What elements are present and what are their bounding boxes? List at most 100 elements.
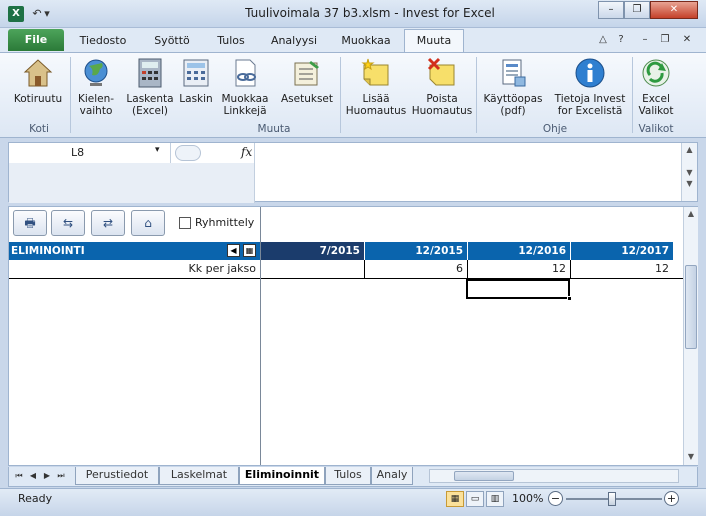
close-button[interactable]: ✕ — [650, 1, 698, 19]
insert-function-icon[interactable]: fx — [241, 145, 252, 159]
doc-close-icon[interactable]: ✕ — [680, 33, 694, 47]
doc-minimize-icon[interactable]: – — [638, 33, 652, 47]
formula-bar-scrollbar[interactable]: ▲ ▼ ▼ — [681, 143, 697, 201]
sheet-toolstrip: 🖶 ⇆ ⇄ ⌂ Ryhmittely — [9, 207, 683, 241]
zoom-level[interactable]: 100% — [512, 492, 543, 505]
sheet-tab-analyysi[interactable]: Analy — [371, 467, 413, 485]
name-box-dropdown-icon[interactable]: ▾ — [155, 145, 160, 155]
minimize-button[interactable]: – — [598, 1, 624, 19]
sheet-tab-tulos[interactable]: Tulos — [325, 467, 371, 485]
column-header: 7/2015 — [261, 242, 364, 260]
sheet-tab-bar: ⏮ ◀ ▶ ⏭ Perustiedot Laskelmat Eliminoinn… — [8, 467, 698, 487]
freeze-pane-divider — [260, 207, 261, 465]
fill-handle[interactable] — [567, 296, 572, 301]
house-icon — [23, 59, 53, 87]
scroll-down-icon[interactable]: ▼ — [684, 450, 698, 464]
manual-icon — [502, 59, 526, 87]
vertical-scroll-thumb[interactable] — [685, 265, 697, 349]
link-icon — [235, 59, 256, 87]
tab-analyysi[interactable]: Analyysi — [262, 32, 326, 52]
table-row: Kk per jakso 6 12 12 — [9, 260, 683, 279]
normal-view-icon[interactable]: ▦ — [446, 491, 464, 507]
group-label-valikot: Valikot — [638, 123, 674, 135]
ryhmittely-label: Ryhmittely — [195, 216, 255, 229]
page-break-view-icon[interactable]: ▥ — [486, 491, 504, 507]
status-bar: Ready ▦ ▭ ▥ 100% − + — [0, 488, 706, 516]
kielenvaihto-button[interactable]: Kielen-vaihto — [72, 57, 120, 117]
excel-valikot-button[interactable]: Excel Valikot — [634, 57, 678, 117]
last-sheet-icon[interactable]: ⏭ — [55, 470, 67, 482]
tab-file[interactable]: File — [8, 29, 64, 51]
ribbon-separator — [632, 57, 633, 133]
tietoja-button[interactable]: Tietoja Invest for Excelistä — [550, 57, 630, 117]
row-label: Kk per jakso — [188, 262, 256, 275]
table-cell[interactable]: 12 — [570, 260, 673, 278]
tab-syotto[interactable]: Syöttö — [140, 32, 204, 52]
sheet-tab-eliminoinnit[interactable]: Eliminoinnit — [239, 467, 325, 485]
link-forward-button[interactable]: ⇄ — [91, 210, 125, 236]
group-label-ohje: Ohje — [542, 123, 568, 135]
next-sheet-icon[interactable]: ▶ — [41, 470, 53, 482]
zoom-out-icon[interactable]: − — [548, 491, 563, 506]
formula-bar: L8 ▾ fx ▲ ▼ ▼ — [8, 142, 698, 203]
info-icon — [575, 58, 605, 88]
vertical-scrollbar[interactable]: ▲ ▼ — [683, 207, 698, 465]
ribbon-separator — [340, 57, 341, 133]
doc-restore-icon[interactable]: ❐ — [658, 33, 672, 47]
selected-cell[interactable] — [466, 279, 572, 301]
page-layout-view-icon[interactable]: ▭ — [466, 491, 484, 507]
scroll-up-icon[interactable]: ▲ — [684, 207, 698, 221]
column-header: 12/2015 — [364, 242, 467, 260]
minimize-ribbon-icon[interactable]: △ — [596, 33, 610, 47]
tab-muokkaa[interactable]: Muokkaa — [334, 32, 398, 52]
link-back-button[interactable]: ⇆ — [51, 210, 85, 236]
asetukset-button[interactable]: Asetukset — [278, 57, 336, 105]
print-button[interactable]: 🖶 — [13, 210, 47, 236]
ribbon: Kotiruutu Kielen-vaihto Laskenta (Excel) … — [0, 52, 706, 138]
table-cell[interactable]: 6 — [364, 260, 467, 278]
horizontal-scrollbar[interactable] — [429, 469, 679, 483]
help-icon[interactable]: ? — [614, 33, 628, 47]
excel-menu-icon — [642, 59, 670, 87]
formula-input[interactable] — [259, 145, 679, 199]
muokkaa-linkkeja-button[interactable]: Muokkaa Linkkejä — [216, 57, 274, 117]
tab-tiedosto[interactable]: Tiedosto — [70, 32, 136, 52]
worksheet: 🖶 ⇆ ⇄ ⌂ Ryhmittely ELIMINOINTI ◀ ▦ 7/201… — [8, 206, 698, 466]
tab-tulos[interactable]: Tulos — [206, 32, 256, 52]
tab-muuta[interactable]: Muuta — [404, 29, 464, 53]
first-sheet-icon[interactable]: ⏮ — [13, 470, 25, 482]
kayttoopas-button[interactable]: Käyttöopas (pdf) — [478, 57, 548, 117]
group-label-muuta: Muuta — [257, 123, 291, 135]
home-button[interactable]: ⌂ — [131, 210, 165, 236]
name-box[interactable]: L8 ▾ — [9, 143, 171, 163]
customize-quick-access-icon[interactable]: ▾ — [40, 6, 54, 22]
zoom-slider-thumb[interactable] — [608, 492, 616, 506]
delete-note-icon — [427, 57, 455, 86]
sheet-tab-laskelmat[interactable]: Laskelmat — [159, 467, 239, 485]
collapse-left-icon[interactable]: ◀ — [227, 244, 240, 257]
kotiruutu-button[interactable]: Kotiruutu — [8, 57, 68, 105]
table-cell[interactable]: 12 — [467, 260, 570, 278]
ryhmittely-checkbox[interactable] — [179, 217, 191, 229]
excel-app-icon[interactable]: X — [8, 6, 24, 22]
poista-huomautus-button[interactable]: Poista Huomautus — [410, 57, 474, 117]
grid-toggle-icon[interactable]: ▦ — [243, 244, 256, 257]
restore-button[interactable]: ❐ — [624, 1, 650, 19]
lisaa-huomautus-button[interactable]: Lisää Huomautus — [342, 57, 410, 117]
laskenta-excel-button[interactable]: Laskenta (Excel) — [124, 57, 176, 117]
formula-bar-grip[interactable] — [175, 145, 201, 161]
chain-link-icon: ⇆ — [62, 216, 74, 230]
column-header: 12/2016 — [467, 242, 570, 260]
sheet-tab-perustiedot[interactable]: Perustiedot — [75, 467, 159, 485]
header-row: ELIMINOINTI ◀ ▦ 7/2015 12/2015 12/2016 1… — [9, 242, 683, 260]
chain-link-right-icon: ⇄ — [102, 216, 114, 230]
table-cell[interactable] — [261, 260, 364, 278]
settings-icon — [294, 61, 319, 86]
section-header: ELIMINOINTI ◀ ▦ — [9, 242, 260, 260]
section-title: ELIMINOINTI — [11, 245, 85, 257]
horizontal-scroll-thumb[interactable] — [454, 471, 514, 481]
window-title: Tuulivoimala 37 b3.xlsm - Invest for Exc… — [245, 6, 495, 20]
zoom-in-icon[interactable]: + — [664, 491, 679, 506]
laskin-button[interactable]: Laskin — [176, 57, 216, 105]
prev-sheet-icon[interactable]: ◀ — [27, 470, 39, 482]
